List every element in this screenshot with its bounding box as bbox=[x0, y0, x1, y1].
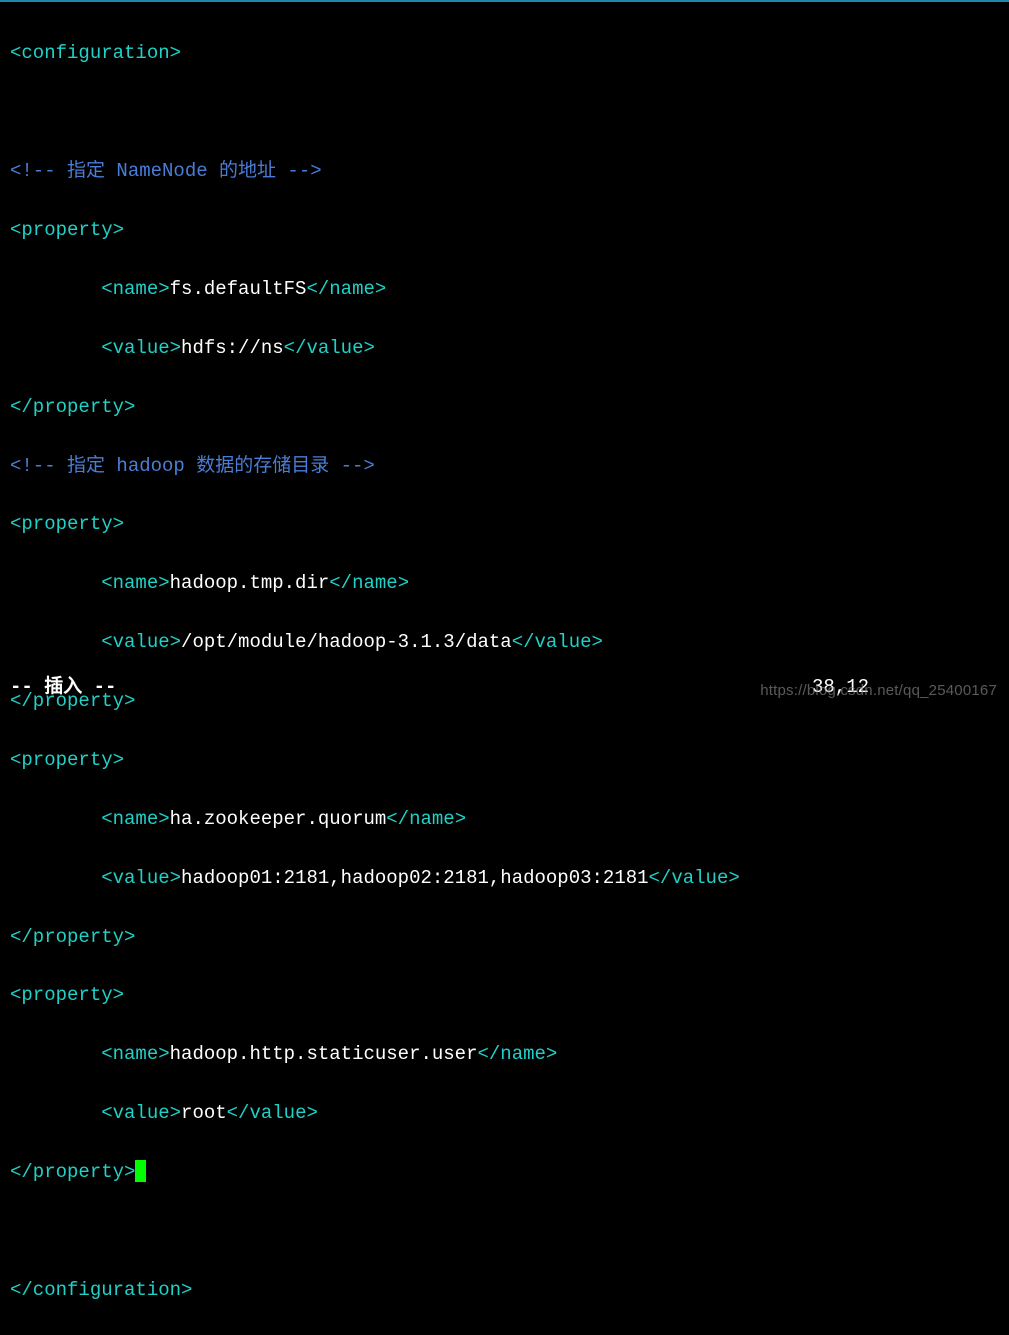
name-text: hadoop.http.staticuser.user bbox=[170, 1043, 478, 1065]
name-text: ha.zookeeper.quorum bbox=[170, 808, 387, 830]
watermark-text: https://blog.csdn.net/qq_25400167 bbox=[760, 679, 997, 702]
code-line: <!-- 指定 hadoop 数据的存储目录 --> bbox=[10, 452, 999, 481]
code-line: <value>root</value> bbox=[10, 1099, 999, 1128]
tag-name-close: </name> bbox=[478, 1043, 558, 1065]
tag-value-close: </value> bbox=[649, 867, 740, 889]
code-line: <configuration> bbox=[10, 39, 999, 68]
tag-value-close: </value> bbox=[512, 631, 603, 653]
name-text: hadoop.tmp.dir bbox=[170, 572, 330, 594]
code-line-blank bbox=[10, 98, 999, 127]
tag-property-close: </property> bbox=[10, 396, 135, 418]
tag-property-open: <property> bbox=[10, 219, 124, 241]
code-line: <value>/opt/module/hadoop-3.1.3/data</va… bbox=[10, 628, 999, 657]
tag-name-close: </name> bbox=[386, 808, 466, 830]
xml-comment: <!-- 指定 NameNode 的地址 --> bbox=[10, 160, 322, 182]
code-line: </property> bbox=[10, 1158, 999, 1187]
name-text: fs.defaultFS bbox=[170, 278, 307, 300]
tag-value-close: </value> bbox=[284, 337, 375, 359]
code-line: </configuration> bbox=[10, 1276, 999, 1305]
vim-mode-status: -- 插入 -- bbox=[10, 673, 116, 702]
tag-property-close: </property> bbox=[10, 926, 135, 948]
code-line: <property> bbox=[10, 216, 999, 245]
tag-name-close: </name> bbox=[329, 572, 409, 594]
tag-name-open: <name> bbox=[101, 1043, 169, 1065]
code-line: <value>hadoop01:2181,hadoop02:2181,hadoo… bbox=[10, 864, 999, 893]
xml-comment: <!-- 指定 hadoop 数据的存储目录 --> bbox=[10, 455, 375, 477]
code-line: </property> bbox=[10, 393, 999, 422]
code-line-blank bbox=[10, 1217, 999, 1246]
tag-name-open: <name> bbox=[101, 278, 169, 300]
tag-value-open: <value> bbox=[101, 867, 181, 889]
code-line: </property> bbox=[10, 923, 999, 952]
value-text: hadoop01:2181,hadoop02:2181,hadoop03:218… bbox=[181, 867, 648, 889]
code-line: <value>hdfs://ns</value> bbox=[10, 334, 999, 363]
code-line: <name>fs.defaultFS</name> bbox=[10, 275, 999, 304]
code-line: <property> bbox=[10, 510, 999, 539]
tag-property-close: </property> bbox=[10, 1161, 135, 1183]
tag-name-open: <name> bbox=[101, 808, 169, 830]
code-line: <property> bbox=[10, 981, 999, 1010]
code-line: <name>hadoop.tmp.dir</name> bbox=[10, 569, 999, 598]
value-text: /opt/module/hadoop-3.1.3/data bbox=[181, 631, 512, 653]
code-line: <name>hadoop.http.staticuser.user</name> bbox=[10, 1040, 999, 1069]
code-line: <name>ha.zookeeper.quorum</name> bbox=[10, 805, 999, 834]
tag-name-open: <name> bbox=[101, 572, 169, 594]
tag-property-open: <property> bbox=[10, 984, 124, 1006]
tag-configuration-open: <configuration> bbox=[10, 42, 181, 64]
value-text: root bbox=[181, 1102, 227, 1124]
tag-name-close: </name> bbox=[306, 278, 386, 300]
text-editor-area[interactable]: <configuration> <!-- 指定 NameNode 的地址 -->… bbox=[0, 2, 1009, 1335]
text-cursor bbox=[135, 1160, 146, 1182]
value-text: hdfs://ns bbox=[181, 337, 284, 359]
tag-value-open: <value> bbox=[101, 337, 181, 359]
tag-property-open: <property> bbox=[10, 513, 124, 535]
tag-configuration-close: </configuration> bbox=[10, 1279, 192, 1301]
code-line: <property> bbox=[10, 746, 999, 775]
code-line: <!-- 指定 NameNode 的地址 --> bbox=[10, 157, 999, 186]
tag-value-close: </value> bbox=[227, 1102, 318, 1124]
tag-value-open: <value> bbox=[101, 631, 181, 653]
tag-value-open: <value> bbox=[101, 1102, 181, 1124]
tag-property-open: <property> bbox=[10, 749, 124, 771]
